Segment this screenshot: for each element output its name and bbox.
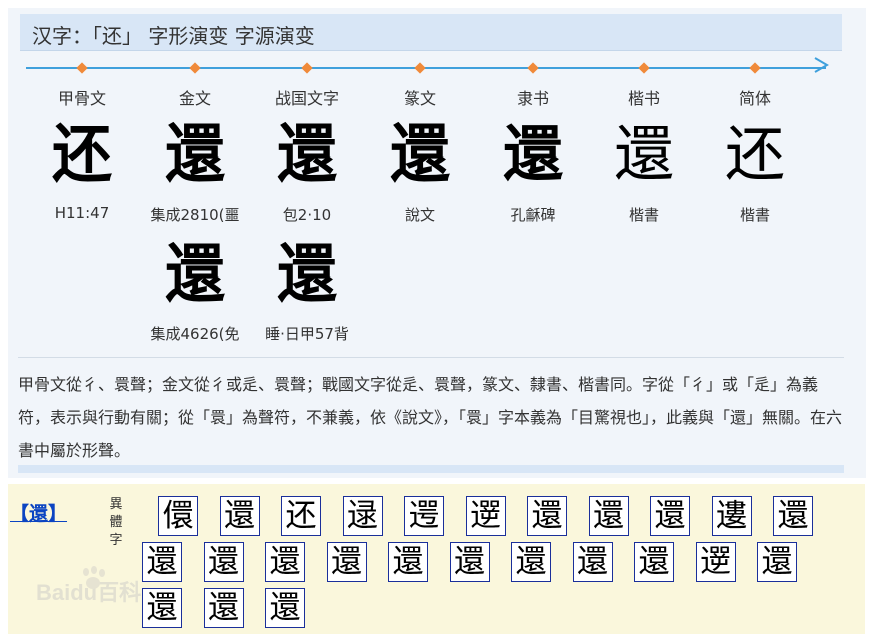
glyph-seal: 還 xyxy=(390,118,450,192)
era-label-oracle: 甲骨文 xyxy=(57,89,106,108)
page-title: 汉字：「还」 字形演变 字源演变 xyxy=(32,24,315,48)
glyph-bronze: 還 xyxy=(165,118,225,192)
title-bar: 汉字：「还」 字形演变 字源演变 xyxy=(20,14,842,51)
variant-char-box: 還 xyxy=(757,542,797,582)
variant-char-box: 还 xyxy=(281,496,321,536)
card-bottom-bar xyxy=(18,465,844,473)
timeline-arrow-icon xyxy=(814,57,829,73)
variant-char-box: 還 xyxy=(572,542,613,582)
variant-char-box: 還 xyxy=(265,542,305,582)
glyph-source: 集成4626(免 xyxy=(150,325,240,343)
glyph-source: 楷書 xyxy=(628,206,659,224)
variant-char-box: 還 xyxy=(773,496,813,536)
etymology-description: 甲骨文從彳、睘聲；金文從彳或辵、睘聲；戰國文字從辵、睘聲，篆文、隸書、楷書同。字… xyxy=(18,375,843,460)
divider xyxy=(18,357,844,358)
variant-char-box: 遻 xyxy=(465,496,506,536)
baidu-paw-icon xyxy=(83,566,105,589)
variant-char-box: 還 xyxy=(142,542,182,582)
glyph-source: 包2·10 xyxy=(282,206,332,224)
glyph-source: H11:47 xyxy=(54,204,110,222)
era-label-simplified: 简体 xyxy=(738,89,771,108)
variant-char-box: 遱 xyxy=(711,496,752,536)
glyph-simplified: 还 xyxy=(725,120,785,190)
variant-char-box: 還 xyxy=(203,588,244,628)
glyph-source: 說文 xyxy=(404,206,435,224)
variant-char-box: 還 xyxy=(388,542,428,582)
variant-char-box: 還 xyxy=(203,542,244,582)
variant-char-box: 還 xyxy=(326,542,367,582)
era-label-regular: 楷书 xyxy=(627,89,660,108)
variant-char-box: 逯 xyxy=(342,496,383,536)
glyph-qin-variant: 還 xyxy=(277,238,337,312)
variant-label: 異體字 xyxy=(109,497,123,548)
variant-heading-link[interactable]: 【還】 xyxy=(10,499,67,526)
glyph-source: 楷書 xyxy=(739,206,770,224)
variant-char-box: 還 xyxy=(588,496,629,536)
variant-char-box: 遌 xyxy=(404,496,444,536)
variant-char-box: 還 xyxy=(265,588,305,628)
variant-char-box: 儇 xyxy=(158,496,198,536)
glyph-source: 孔龢碑 xyxy=(510,206,556,224)
era-label-bronze: 金文 xyxy=(178,89,211,108)
variant-char-box: 遻 xyxy=(695,542,736,582)
glyph-bronze-variant: 還 xyxy=(165,238,225,312)
variant-char-box: 還 xyxy=(219,496,260,536)
glyph-source: 集成2810(噩 xyxy=(150,206,240,224)
glyph-regular: 還 xyxy=(614,120,674,190)
glyph-oracle: 还 xyxy=(52,118,112,192)
variant-char-box: 還 xyxy=(449,542,490,582)
era-label-seal: 篆文 xyxy=(403,89,436,108)
variant-char-box: 還 xyxy=(511,542,551,582)
era-label-warring-states: 战国文字 xyxy=(274,89,339,108)
glyph-clerical: 還 xyxy=(503,120,563,190)
era-label-clerical: 隶书 xyxy=(516,89,549,108)
glyph-source: 睡·日甲57背 xyxy=(265,325,349,343)
variant-char-box: 還 xyxy=(142,588,182,628)
variant-char-box: 還 xyxy=(650,496,690,536)
variant-char-box: 還 xyxy=(527,496,567,536)
variant-char-box: 還 xyxy=(634,542,674,582)
glyph-warring-states: 還 xyxy=(277,118,337,192)
timeline-line xyxy=(26,67,826,69)
